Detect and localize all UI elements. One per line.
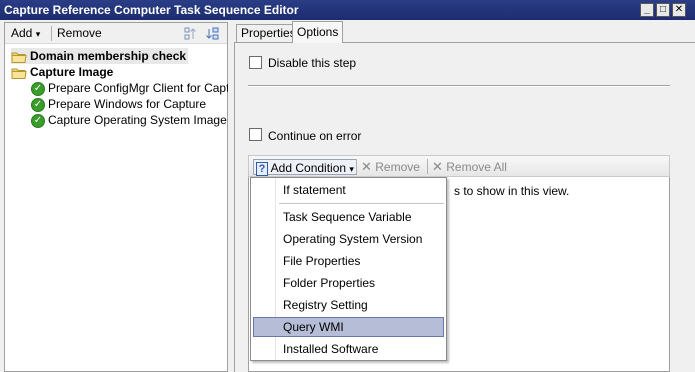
continue-on-error-label: Continue on error — [268, 129, 362, 143]
maximize-button[interactable]: □ — [656, 3, 670, 17]
close-button[interactable]: ✕ — [672, 3, 686, 17]
tree-item-label: Capture Operating System Image — [48, 113, 227, 127]
add-condition-button[interactable]: ? Add Condition ▾ — [253, 159, 357, 176]
move-down-icon[interactable] — [205, 26, 221, 41]
remove-condition-button[interactable]: ✕ Remove — [361, 159, 420, 175]
folder-icon — [11, 50, 27, 64]
add-button-label: Add — [11, 26, 33, 40]
tree-toolbar: Add ▾ Remove — [5, 23, 227, 44]
toolbar-separator — [427, 159, 428, 174]
tree-item-label: Capture Image — [30, 65, 114, 79]
move-up-icon[interactable] — [183, 26, 197, 41]
add-condition-label: Add Condition — [270, 161, 347, 175]
window-title: Capture Reference Computer Task Sequence… — [4, 3, 299, 17]
conditions-toolbar: ? Add Condition ▾ ✕ Remove ✕ Remove All — [248, 155, 670, 177]
tree-item-label: Prepare ConfigMgr Client for Capture — [48, 81, 247, 95]
remove-button[interactable]: Remove — [57, 26, 102, 41]
add-dropdown-button[interactable]: Add ▾ — [11, 26, 40, 41]
menu-item-file-properties[interactable]: File Properties — [253, 251, 444, 271]
tree-step-capture-os-image[interactable]: ✓ Capture Operating System Image — [31, 112, 227, 128]
tree-step-prepare-windows[interactable]: ✓ Prepare Windows for Capture — [31, 96, 206, 112]
task-sequence-editor-window: Capture Reference Computer Task Sequence… — [0, 0, 695, 372]
menu-item-registry-setting[interactable]: Registry Setting — [253, 295, 444, 315]
folder-icon — [11, 66, 27, 80]
remove-x-icon: ✕ — [361, 159, 372, 174]
remove-all-x-icon: ✕ — [432, 159, 443, 174]
check-icon: ✓ — [31, 113, 45, 128]
toolbar-separator — [51, 26, 52, 41]
help-icon: ? — [256, 161, 268, 176]
empty-conditions-text: s to show in this view. — [454, 184, 570, 198]
disable-step-label: Disable this step — [268, 56, 357, 70]
tree-group-capture-image[interactable]: Capture Image — [11, 64, 113, 80]
tree-group-domain-membership-check[interactable]: Domain membership check — [11, 48, 189, 64]
menu-separator — [279, 203, 444, 204]
tree-step-prepare-configmgr-client[interactable]: ✓ Prepare ConfigMgr Client for Capture — [31, 80, 247, 96]
continue-on-error-checkbox[interactable] — [249, 128, 262, 141]
title-bar: Capture Reference Computer Task Sequence… — [0, 0, 695, 20]
remove-condition-label: Remove — [375, 160, 420, 174]
toolbar-separator — [356, 159, 357, 174]
menu-item-task-sequence-variable[interactable]: Task Sequence Variable — [253, 207, 444, 227]
minimize-button[interactable]: _ — [640, 3, 654, 17]
add-condition-menu: If statement Task Sequence Variable Oper… — [250, 177, 447, 361]
tree-item-label: Prepare Windows for Capture — [48, 97, 207, 111]
chevron-down-icon: ▾ — [349, 164, 354, 174]
disable-step-checkbox[interactable] — [249, 56, 262, 69]
menu-item-installed-software[interactable]: Installed Software — [253, 339, 444, 359]
check-icon: ✓ — [31, 97, 45, 112]
menu-item-if-statement[interactable]: If statement — [253, 180, 444, 200]
menu-item-folder-properties[interactable]: Folder Properties — [253, 273, 444, 293]
remove-all-conditions-button[interactable]: ✕ Remove All — [432, 159, 507, 175]
divider — [248, 85, 670, 87]
tab-options[interactable]: Options — [292, 21, 344, 43]
tab-properties[interactable]: Properties — [236, 24, 301, 43]
menu-item-query-wmi[interactable]: Query WMI — [253, 317, 444, 337]
chevron-down-icon: ▾ — [35, 29, 41, 39]
menu-item-operating-system-version[interactable]: Operating System Version — [253, 229, 444, 249]
remove-all-label: Remove All — [446, 160, 507, 174]
check-icon: ✓ — [31, 81, 45, 96]
task-sequence-tree-pane: Add ▾ Remove Domain membership check Cap… — [4, 22, 247, 372]
tree-item-label: Domain membership check — [30, 49, 187, 63]
